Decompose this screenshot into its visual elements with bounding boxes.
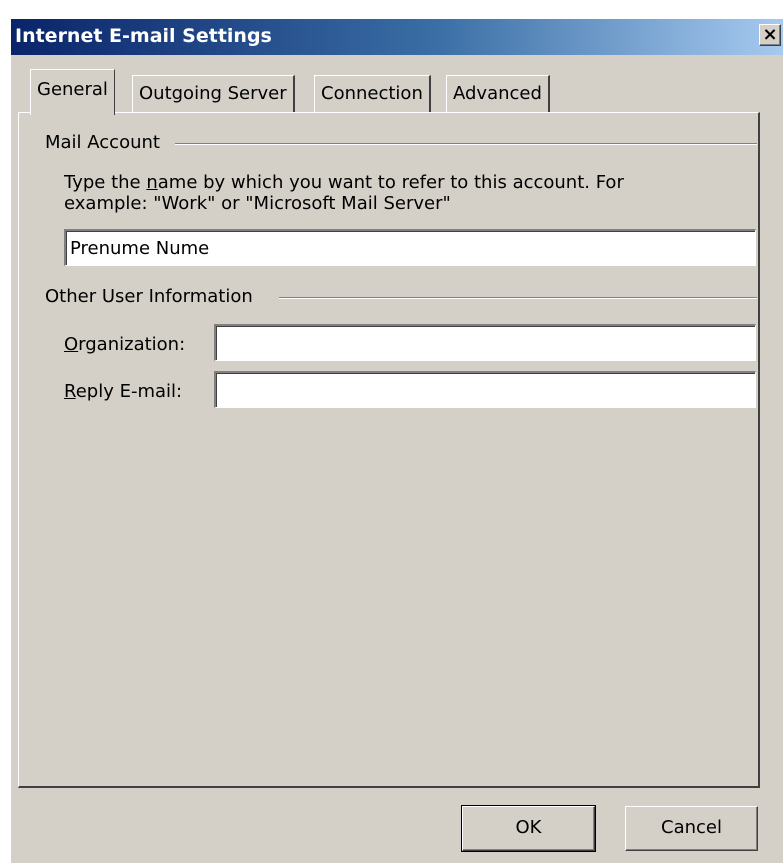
tab-general[interactable]: General [30, 69, 115, 115]
organization-label: Organization: [64, 334, 186, 355]
tab-connection[interactable]: Connection [314, 75, 431, 113]
title-bar[interactable]: Internet E-mail Settings × [11, 19, 783, 55]
account-name-input[interactable] [64, 229, 756, 266]
close-icon[interactable]: × [759, 24, 781, 46]
reply-email-input[interactable] [214, 371, 756, 408]
tab-outgoing-server[interactable]: Outgoing Server [132, 75, 295, 113]
group-divider [175, 143, 757, 145]
tab-advanced[interactable]: Advanced [446, 75, 550, 113]
mail-account-heading: Mail Account [45, 132, 160, 153]
cancel-button[interactable]: Cancel [625, 806, 758, 851]
account-name-description: Type the name by which you want to refer… [64, 172, 624, 214]
ok-button[interactable]: OK [461, 805, 596, 852]
reply-email-label: Reply E-mail: [64, 381, 183, 402]
group-divider [279, 297, 757, 299]
window-title: Internet E-mail Settings [15, 25, 272, 47]
organization-input[interactable] [214, 324, 756, 361]
other-user-info-heading: Other User Information [45, 286, 253, 307]
